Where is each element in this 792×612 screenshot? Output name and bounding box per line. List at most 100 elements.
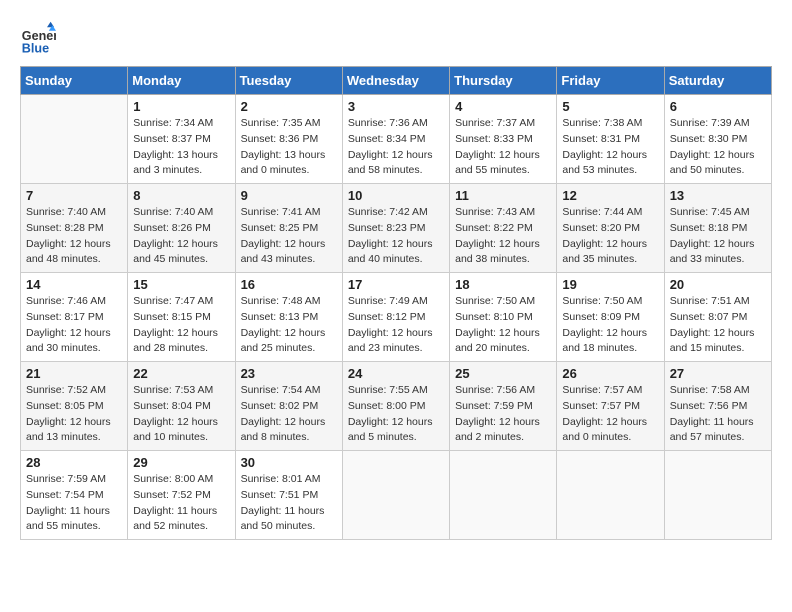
day-info: Sunrise: 7:48 AM Sunset: 8:13 PM Dayligh… (241, 294, 337, 357)
day-info: Sunrise: 7:44 AM Sunset: 8:20 PM Dayligh… (562, 205, 658, 268)
weekday-thursday: Thursday (450, 67, 557, 95)
calendar-cell: 25 Sunrise: 7:56 AM Sunset: 7:59 PM Dayli… (450, 362, 557, 451)
calendar-body: 1 Sunrise: 7:34 AM Sunset: 8:37 PM Daylig… (21, 95, 772, 540)
calendar-cell: 10Sunrise: 7:42 AM Sunset: 8:23 PM Dayli… (342, 184, 449, 273)
day-info: Sunrise: 7:41 AM Sunset: 8:25 PM Dayligh… (241, 205, 337, 268)
day-number: 21 (26, 366, 122, 381)
day-info: Sunrise: 7:50 AM Sunset: 8:10 PM Dayligh… (455, 294, 551, 357)
calendar-cell (664, 451, 771, 540)
day-info: Sunrise: 7:43 AM Sunset: 8:22 PM Dayligh… (455, 205, 551, 268)
weekday-tuesday: Tuesday (235, 67, 342, 95)
day-info: Sunrise: 7:56 AM Sunset: 7:59 PM Dayligh… (455, 383, 551, 446)
calendar-cell: 18 Sunrise: 7:50 AM Sunset: 8:10 PM Dayli… (450, 273, 557, 362)
calendar-cell: 19 Sunrise: 7:50 AM Sunset: 8:09 PM Dayli… (557, 273, 664, 362)
day-number: 30 (241, 455, 337, 470)
day-info: Sunrise: 7:35 AM Sunset: 8:36 PM Dayligh… (241, 116, 337, 179)
day-number: 16 (241, 277, 337, 292)
day-number: 23 (241, 366, 337, 381)
day-info: Sunrise: 7:52 AM Sunset: 8:05 PM Dayligh… (26, 383, 122, 446)
day-number: 7 (26, 188, 122, 203)
calendar-cell: 27 Sunrise: 7:58 AM Sunset: 7:56 PM Dayli… (664, 362, 771, 451)
day-number: 20 (670, 277, 766, 292)
day-number: 1 (133, 99, 229, 114)
day-info: Sunrise: 7:37 AM Sunset: 8:33 PM Dayligh… (455, 116, 551, 179)
calendar-cell (557, 451, 664, 540)
calendar-cell: 26 Sunrise: 7:57 AM Sunset: 7:57 PM Dayli… (557, 362, 664, 451)
calendar-cell: 24 Sunrise: 7:55 AM Sunset: 8:00 PM Dayli… (342, 362, 449, 451)
day-number: 17 (348, 277, 444, 292)
calendar-cell: 6 Sunrise: 7:39 AM Sunset: 8:30 PM Daylig… (664, 95, 771, 184)
logo-icon: General Blue (20, 20, 56, 56)
day-number: 25 (455, 366, 551, 381)
day-number: 13 (670, 188, 766, 203)
day-info: Sunrise: 8:01 AM Sunset: 7:51 PM Dayligh… (241, 472, 337, 535)
calendar-cell: 22 Sunrise: 7:53 AM Sunset: 8:04 PM Dayli… (128, 362, 235, 451)
weekday-friday: Friday (557, 67, 664, 95)
day-number: 19 (562, 277, 658, 292)
day-number: 26 (562, 366, 658, 381)
calendar-week-4: 21 Sunrise: 7:52 AM Sunset: 8:05 PM Dayli… (21, 362, 772, 451)
weekday-wednesday: Wednesday (342, 67, 449, 95)
day-info: Sunrise: 7:53 AM Sunset: 8:04 PM Dayligh… (133, 383, 229, 446)
calendar-cell: 1 Sunrise: 7:34 AM Sunset: 8:37 PM Daylig… (128, 95, 235, 184)
calendar-cell: 11 Sunrise: 7:43 AM Sunset: 8:22 PM Dayli… (450, 184, 557, 273)
calendar-cell: 3Sunrise: 7:36 AM Sunset: 8:34 PM Daylig… (342, 95, 449, 184)
day-number: 4 (455, 99, 551, 114)
day-info: Sunrise: 8:00 AM Sunset: 7:52 PM Dayligh… (133, 472, 229, 535)
calendar-week-5: 28 Sunrise: 7:59 AM Sunset: 7:54 PM Dayli… (21, 451, 772, 540)
calendar-cell: 30 Sunrise: 8:01 AM Sunset: 7:51 PM Dayli… (235, 451, 342, 540)
day-number: 10 (348, 188, 444, 203)
calendar-cell: 21 Sunrise: 7:52 AM Sunset: 8:05 PM Dayli… (21, 362, 128, 451)
day-number: 6 (670, 99, 766, 114)
calendar-cell: 29 Sunrise: 8:00 AM Sunset: 7:52 PM Dayli… (128, 451, 235, 540)
calendar-cell (342, 451, 449, 540)
weekday-monday: Monday (128, 67, 235, 95)
weekday-saturday: Saturday (664, 67, 771, 95)
day-info: Sunrise: 7:47 AM Sunset: 8:15 PM Dayligh… (133, 294, 229, 357)
calendar-cell: 12 Sunrise: 7:44 AM Sunset: 8:20 PM Dayli… (557, 184, 664, 273)
calendar-cell: 15 Sunrise: 7:47 AM Sunset: 8:15 PM Dayli… (128, 273, 235, 362)
day-number: 29 (133, 455, 229, 470)
calendar-week-1: 1 Sunrise: 7:34 AM Sunset: 8:37 PM Daylig… (21, 95, 772, 184)
day-number: 18 (455, 277, 551, 292)
calendar-cell: 13Sunrise: 7:45 AM Sunset: 8:18 PM Dayli… (664, 184, 771, 273)
weekday-sunday: Sunday (21, 67, 128, 95)
svg-text:Blue: Blue (22, 41, 49, 55)
calendar-cell: 9Sunrise: 7:41 AM Sunset: 8:25 PM Daylig… (235, 184, 342, 273)
day-info: Sunrise: 7:46 AM Sunset: 8:17 PM Dayligh… (26, 294, 122, 357)
weekday-header-row: SundayMondayTuesdayWednesdayThursdayFrid… (21, 67, 772, 95)
day-info: Sunrise: 7:57 AM Sunset: 7:57 PM Dayligh… (562, 383, 658, 446)
day-info: Sunrise: 7:38 AM Sunset: 8:31 PM Dayligh… (562, 116, 658, 179)
calendar-cell: 7 Sunrise: 7:40 AM Sunset: 8:28 PM Daylig… (21, 184, 128, 273)
calendar-cell: 16 Sunrise: 7:48 AM Sunset: 8:13 PM Dayli… (235, 273, 342, 362)
day-info: Sunrise: 7:40 AM Sunset: 8:28 PM Dayligh… (26, 205, 122, 268)
calendar-cell: 2 Sunrise: 7:35 AM Sunset: 8:36 PM Daylig… (235, 95, 342, 184)
day-number: 24 (348, 366, 444, 381)
day-number: 8 (133, 188, 229, 203)
day-info: Sunrise: 7:59 AM Sunset: 7:54 PM Dayligh… (26, 472, 122, 535)
calendar-week-3: 14 Sunrise: 7:46 AM Sunset: 8:17 PM Dayli… (21, 273, 772, 362)
calendar-table: SundayMondayTuesdayWednesdayThursdayFrid… (20, 66, 772, 540)
day-number: 12 (562, 188, 658, 203)
day-info: Sunrise: 7:39 AM Sunset: 8:30 PM Dayligh… (670, 116, 766, 179)
day-number: 22 (133, 366, 229, 381)
calendar-cell: 17Sunrise: 7:49 AM Sunset: 8:12 PM Dayli… (342, 273, 449, 362)
day-info: Sunrise: 7:51 AM Sunset: 8:07 PM Dayligh… (670, 294, 766, 357)
calendar-cell (450, 451, 557, 540)
day-number: 5 (562, 99, 658, 114)
day-info: Sunrise: 7:36 AM Sunset: 8:34 PM Dayligh… (348, 116, 444, 179)
day-info: Sunrise: 7:58 AM Sunset: 7:56 PM Dayligh… (670, 383, 766, 446)
day-info: Sunrise: 7:40 AM Sunset: 8:26 PM Dayligh… (133, 205, 229, 268)
day-number: 2 (241, 99, 337, 114)
day-number: 11 (455, 188, 551, 203)
day-info: Sunrise: 7:50 AM Sunset: 8:09 PM Dayligh… (562, 294, 658, 357)
day-info: Sunrise: 7:55 AM Sunset: 8:00 PM Dayligh… (348, 383, 444, 446)
day-number: 27 (670, 366, 766, 381)
day-info: Sunrise: 7:34 AM Sunset: 8:37 PM Dayligh… (133, 116, 229, 179)
day-number: 15 (133, 277, 229, 292)
logo: General Blue (20, 20, 60, 56)
calendar-cell: 8 Sunrise: 7:40 AM Sunset: 8:26 PM Daylig… (128, 184, 235, 273)
day-number: 14 (26, 277, 122, 292)
day-number: 28 (26, 455, 122, 470)
page-header: General Blue (20, 20, 772, 56)
